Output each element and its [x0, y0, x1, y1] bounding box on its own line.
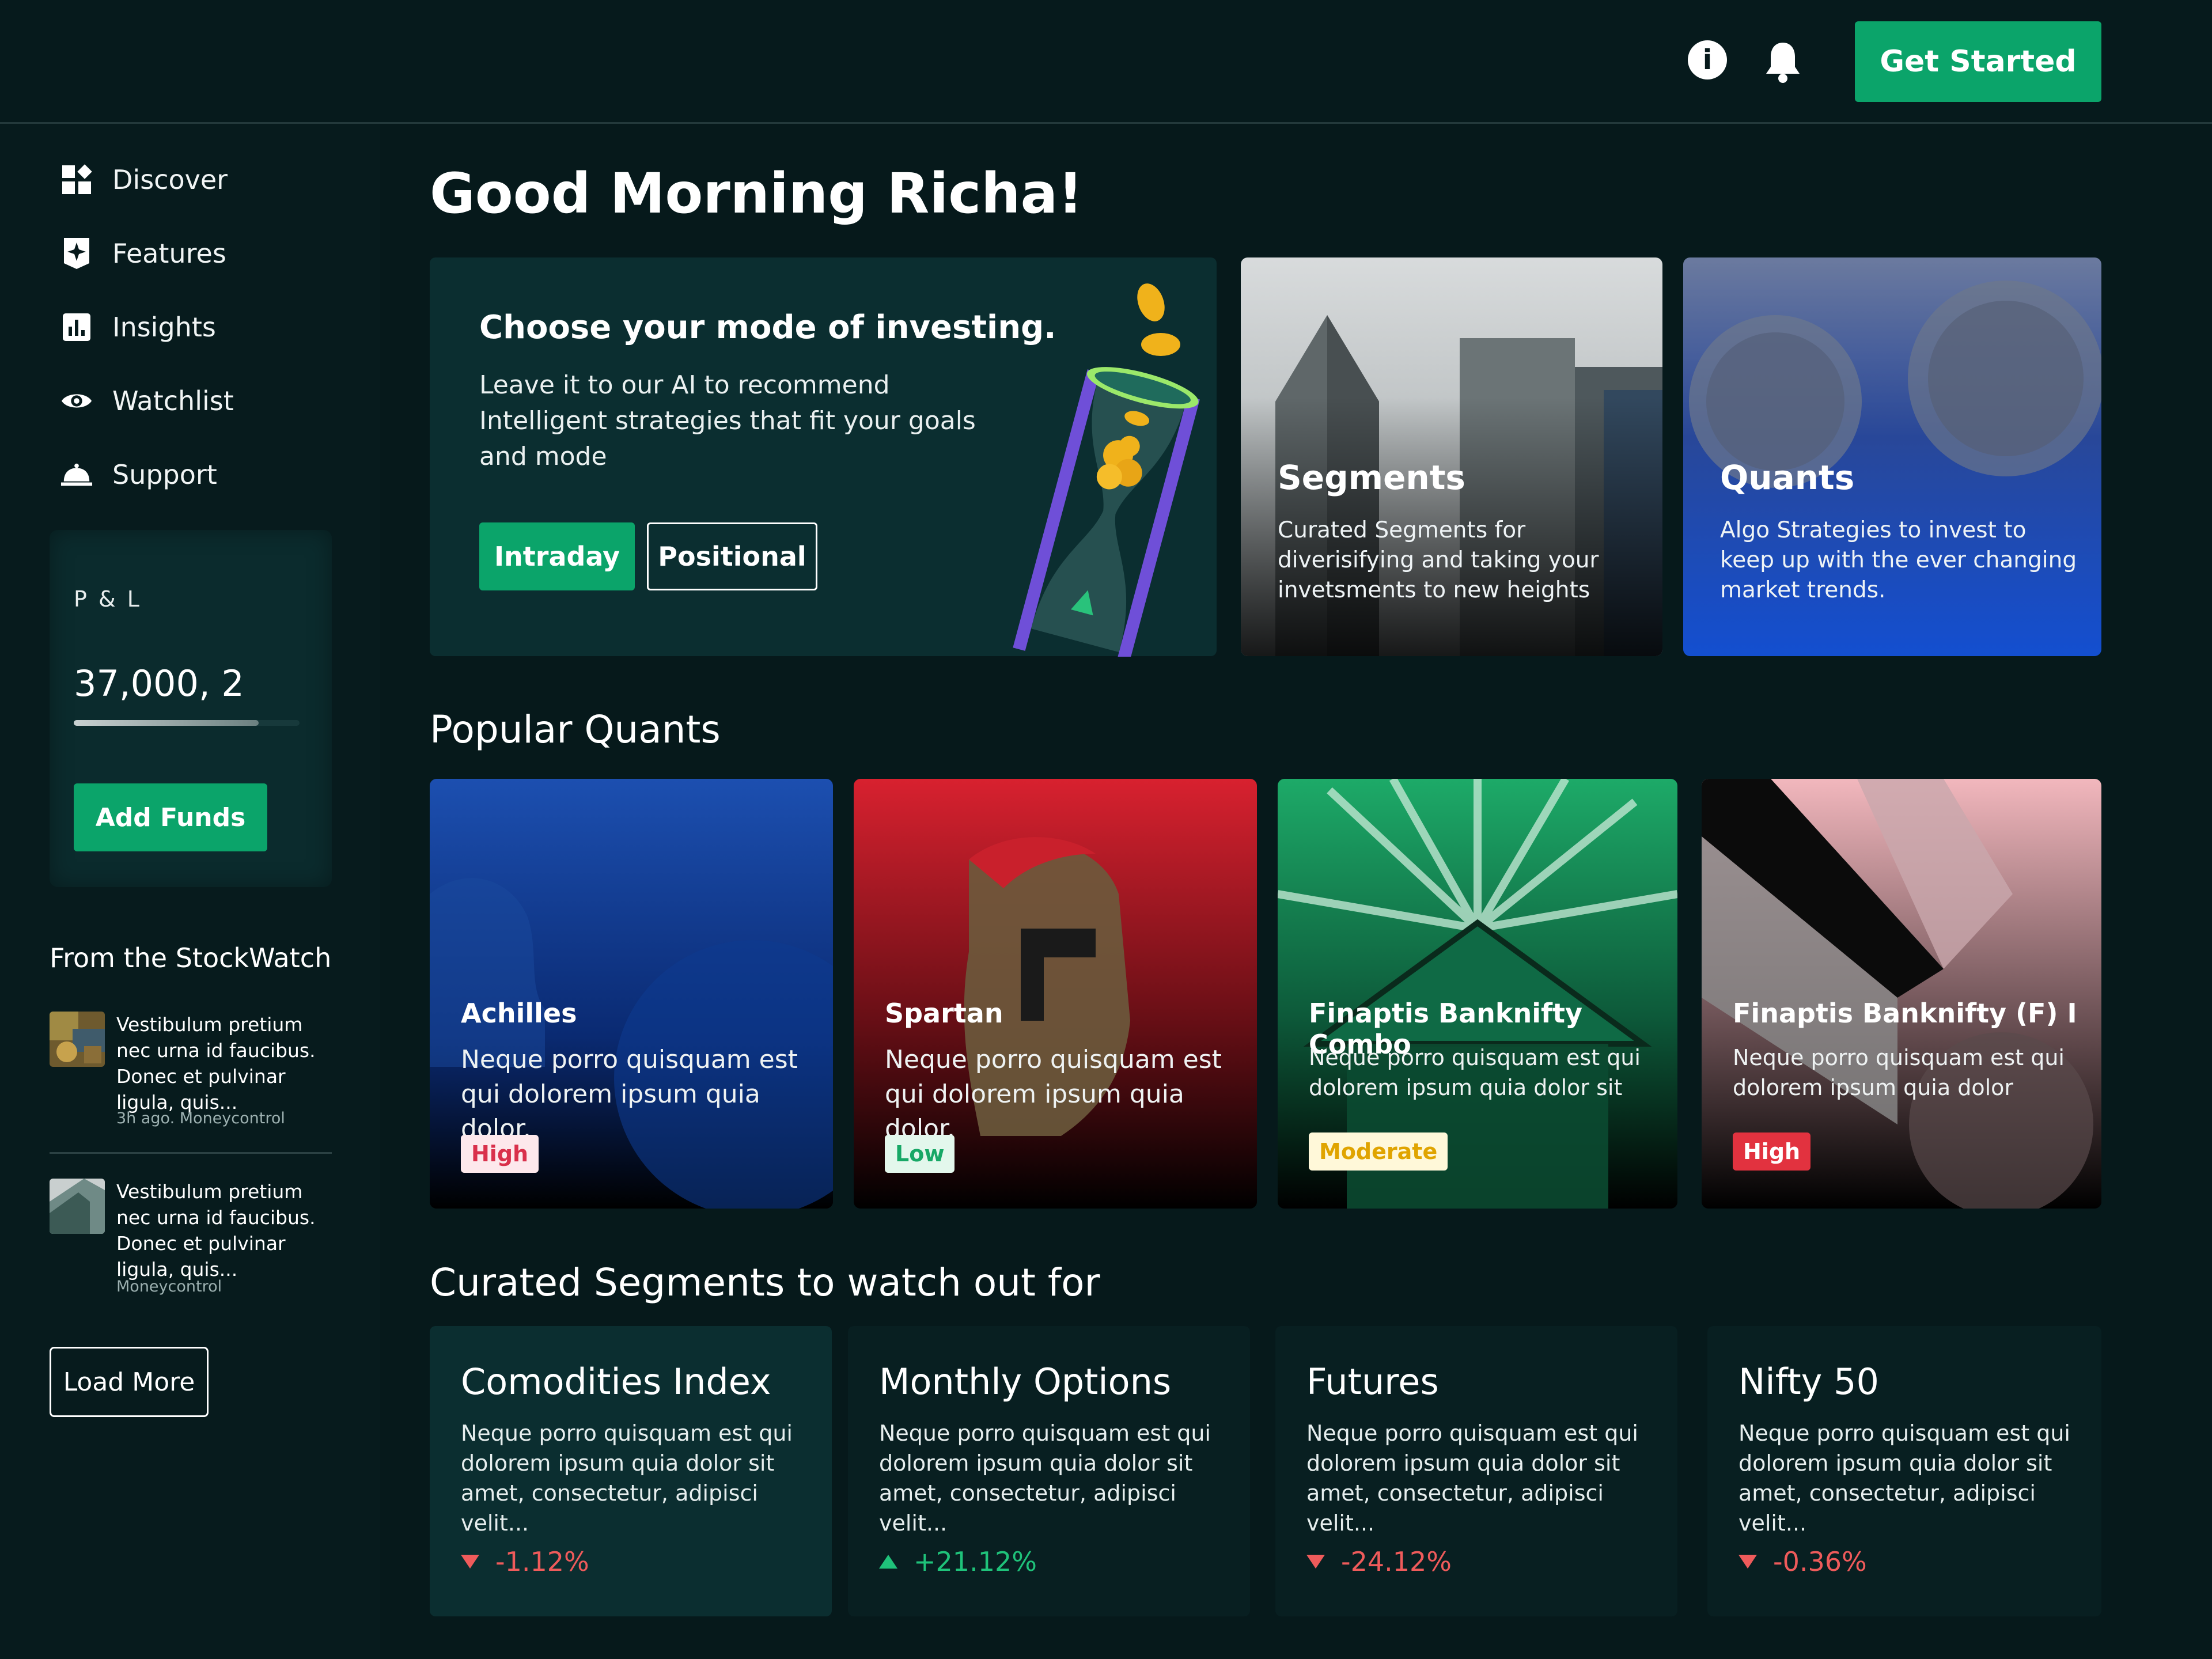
sidebar-item-insights[interactable]: Insights — [60, 301, 216, 353]
sidebar-item-support[interactable]: Support — [60, 449, 217, 501]
quant-name: Finaptis Banknifty (F) I — [1733, 998, 2077, 1029]
quants-card[interactable]: Quants Algo Strategies to invest to keep… — [1683, 257, 2101, 656]
segment-card-futures[interactable]: Futures Neque porro quisquam est qui dol… — [1275, 1326, 1677, 1616]
arrow-up-icon — [879, 1555, 897, 1569]
get-started-button[interactable]: Get Started — [1855, 21, 2101, 102]
curated-segments-title: Curated Segments to watch out for — [430, 1260, 1100, 1305]
hourglass-illustration — [968, 271, 1221, 678]
risk-badge: High — [1733, 1132, 1811, 1171]
quant-description: Neque porro quisquam est qui dolorem ips… — [1309, 1045, 1641, 1100]
service-bell-icon — [60, 459, 93, 491]
pnl-progress-fill — [74, 720, 259, 726]
risk-badge: High — [461, 1135, 539, 1173]
segment-change: -1.12% — [461, 1546, 589, 1577]
news-thumbnail[interactable] — [50, 1179, 105, 1234]
sidebar-item-label: Watchlist — [112, 385, 234, 416]
positional-button[interactable]: Positional — [647, 522, 817, 590]
segment-name: Monthly Options — [879, 1361, 1172, 1403]
change-value: -1.12% — [495, 1546, 589, 1577]
quants-description: Algo Strategies to invest to keep up wit… — [1720, 517, 2077, 603]
quant-name: Spartan — [885, 998, 1003, 1029]
segment-name: Comodities Index — [461, 1361, 771, 1403]
quant-card-achilles[interactable]: Achilles Neque porro quisquam est qui do… — [430, 779, 833, 1209]
hero-description: Leave it to our AI to recommend Intellig… — [479, 370, 976, 471]
segments-card[interactable]: Segments Curated Segments for diverisify… — [1241, 257, 1662, 656]
bar-chart-icon — [60, 311, 93, 343]
change-value: -24.12% — [1341, 1546, 1452, 1577]
segment-description: Neque porro quisquam est qui dolorem ips… — [1738, 1421, 2070, 1536]
segment-description: Neque porro quisquam est qui dolorem ips… — [461, 1421, 793, 1536]
bell-icon[interactable] — [1763, 40, 1803, 84]
sidebar-item-discover[interactable]: Discover — [60, 154, 228, 206]
load-more-button[interactable]: Load More — [50, 1347, 209, 1417]
news-headline[interactable]: Vestibulum pretium nec urna id faucibus.… — [116, 1012, 335, 1115]
segment-change: +21.12% — [879, 1546, 1037, 1577]
intraday-button[interactable]: Intraday — [479, 522, 635, 590]
eye-icon — [60, 385, 93, 417]
quant-description: Neque porro quisquam est qui dolorem ips… — [461, 1045, 798, 1143]
popular-quants-title: Popular Quants — [430, 707, 721, 752]
risk-badge: Low — [885, 1135, 955, 1173]
news-thumbnail[interactable] — [50, 1012, 105, 1067]
news-headline[interactable]: Vestibulum pretium nec urna id faucibus.… — [116, 1179, 335, 1282]
segment-card-monthly-options[interactable]: Monthly Options Neque porro quisquam est… — [848, 1326, 1250, 1616]
sidebar-item-watchlist[interactable]: Watchlist — [60, 375, 234, 427]
segment-description: Neque porro quisquam est qui dolorem ips… — [879, 1421, 1211, 1536]
sidebar-item-label: Features — [112, 238, 226, 269]
segment-name: Futures — [1306, 1361, 1439, 1403]
sidebar-item-label: Discover — [112, 164, 228, 195]
arrow-down-icon — [461, 1555, 479, 1569]
segment-change: -24.12% — [1306, 1546, 1452, 1577]
segment-change: -0.36% — [1738, 1546, 1867, 1577]
news-meta: 3h ago. Moneycontrol — [116, 1109, 285, 1127]
quant-card-finaptis-banknifty-f[interactable]: Finaptis Banknifty (F) I Neque porro qui… — [1702, 779, 2101, 1209]
change-value: +21.12% — [914, 1546, 1037, 1577]
pnl-value: 37,000, 2 — [74, 662, 244, 704]
divider — [50, 1152, 332, 1154]
segment-name: Nifty 50 — [1738, 1361, 1879, 1403]
sidebar-item-label: Insights — [112, 312, 216, 343]
dashboard-icon — [60, 164, 93, 196]
segments-description: Curated Segments for diverisifying and t… — [1278, 517, 1599, 603]
add-funds-button[interactable]: Add Funds — [74, 783, 267, 851]
info-icon[interactable]: i — [1688, 40, 1727, 79]
arrow-down-icon — [1738, 1555, 1757, 1569]
segment-card-nifty-50[interactable]: Nifty 50 Neque porro quisquam est qui do… — [1707, 1326, 2101, 1616]
sidebar-item-label: Support — [112, 459, 217, 490]
risk-badge: Moderate — [1309, 1132, 1448, 1171]
quant-description: Neque porro quisquam est qui dolorem ips… — [1733, 1045, 2065, 1100]
segments-title: Segments — [1278, 458, 1465, 497]
quant-card-spartan[interactable]: Spartan Neque porro quisquam est qui dol… — [854, 779, 1257, 1209]
change-value: -0.36% — [1773, 1546, 1867, 1577]
pnl-label: P & L — [74, 586, 142, 612]
stockwatch-title: From the StockWatch — [50, 942, 332, 974]
quant-name: Achilles — [461, 998, 577, 1029]
sparkle-icon — [60, 237, 93, 270]
arrow-down-icon — [1306, 1555, 1325, 1569]
segment-card-comodities-index[interactable]: Comodities Index Neque porro quisquam es… — [430, 1326, 832, 1616]
sidebar — [0, 124, 380, 1659]
page-title: Good Morning Richa! — [430, 161, 1084, 226]
news-meta: Moneycontrol — [116, 1278, 222, 1296]
segment-description: Neque porro quisquam est qui dolorem ips… — [1306, 1421, 1638, 1536]
quant-card-finaptis-banknifty-combo[interactable]: Finaptis Banknifty Combo Neque porro qui… — [1278, 779, 1677, 1209]
quants-title: Quants — [1720, 458, 1855, 497]
quant-description: Neque porro quisquam est qui dolorem ips… — [885, 1045, 1222, 1143]
sidebar-item-features[interactable]: Features — [60, 228, 226, 279]
